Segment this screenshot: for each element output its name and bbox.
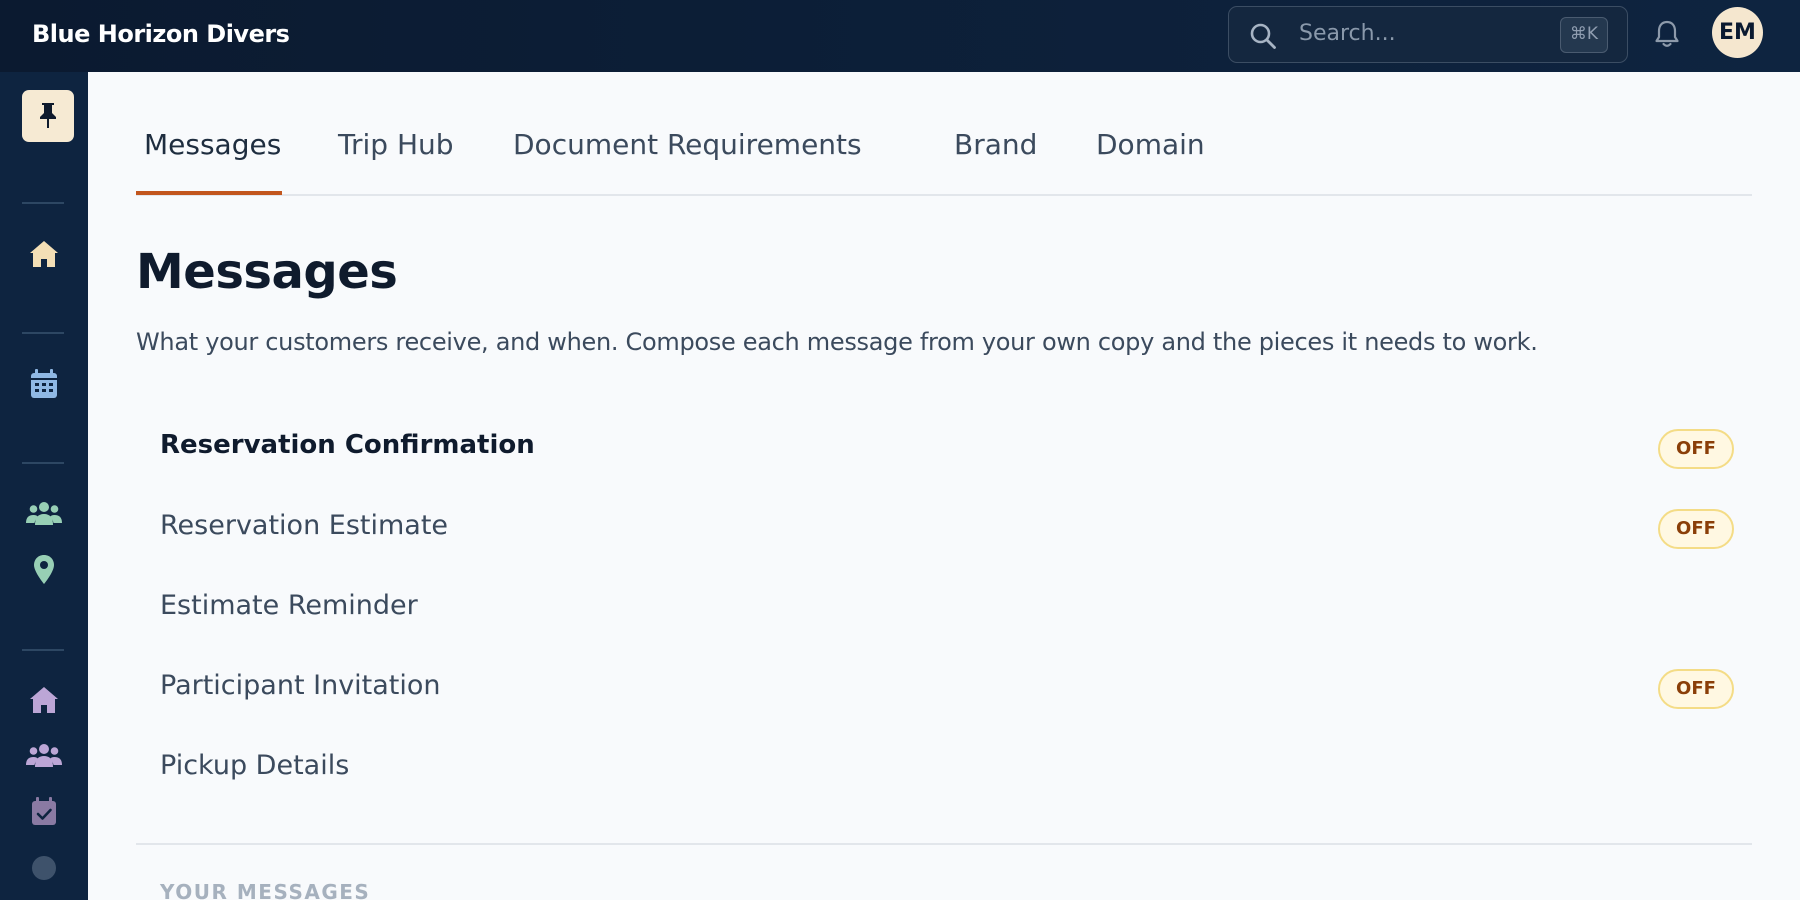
people-icon[interactable] (24, 736, 64, 776)
tab-brand[interactable]: Brand (954, 130, 1037, 180)
active-tab-indicator (136, 191, 282, 195)
message-item-reservation-confirmation[interactable]: Reservation Confirmation OFF (160, 418, 1734, 478)
status-badge: OFF (1658, 429, 1734, 469)
calendar-check-icon[interactable] (24, 792, 64, 832)
message-item-reservation-estimate[interactable]: Reservation Estimate OFF (160, 498, 1734, 558)
notifications-bell-icon[interactable] (1650, 17, 1684, 51)
sidebar-divider (22, 649, 64, 651)
sidebar (0, 72, 88, 900)
tab-document-requirements[interactable]: Document Requirements (513, 130, 862, 180)
calendar-icon[interactable] (24, 364, 64, 404)
search-box[interactable]: Search... ⌘K (1228, 6, 1628, 63)
tab-bar: Messages Trip Hub Document Requirements … (136, 72, 1752, 196)
search-input[interactable]: Search... (1299, 7, 1396, 61)
pin-icon (40, 103, 56, 128)
message-label: Pickup Details (160, 750, 350, 781)
main-content: Messages Trip Hub Document Requirements … (88, 72, 1800, 900)
home-icon[interactable] (24, 680, 64, 720)
section-divider (136, 843, 1752, 845)
message-label: Reservation Estimate (160, 510, 449, 541)
tab-messages[interactable]: Messages (144, 130, 281, 180)
message-item-participant-invitation[interactable]: Participant Invitation OFF (160, 658, 1734, 718)
message-item-estimate-reminder[interactable]: Estimate Reminder (160, 578, 1734, 638)
sidebar-divider (22, 332, 64, 334)
user-avatar[interactable]: EM (1712, 7, 1763, 58)
sidebar-divider (22, 202, 64, 204)
page-description: What your customers receive, and when. C… (136, 328, 1538, 356)
message-item-pickup-details[interactable]: Pickup Details (160, 738, 1734, 798)
home-icon[interactable] (24, 234, 64, 274)
sidebar-divider (22, 462, 64, 464)
status-badge: OFF (1658, 509, 1734, 549)
brand-name[interactable]: Blue Horizon Divers (32, 0, 290, 68)
search-shortcut-badge: ⌘K (1560, 17, 1608, 53)
location-pin-icon[interactable] (24, 550, 64, 590)
more-nav-icon[interactable] (24, 848, 64, 888)
your-messages-heading: YOUR MESSAGES (160, 880, 371, 900)
top-bar: Blue Horizon Divers Search... ⌘K EM (0, 0, 1800, 72)
search-icon (1250, 23, 1276, 49)
status-badge: OFF (1658, 669, 1734, 709)
message-label: Estimate Reminder (160, 590, 418, 621)
message-label: Participant Invitation (160, 670, 441, 701)
message-label: Reservation Confirmation (160, 430, 535, 460)
people-icon[interactable] (24, 494, 64, 534)
pin-sidebar-button[interactable] (22, 90, 74, 142)
tab-domain[interactable]: Domain (1096, 130, 1205, 180)
tab-trip-hub[interactable]: Trip Hub (338, 130, 454, 180)
page-title: Messages (136, 244, 398, 300)
